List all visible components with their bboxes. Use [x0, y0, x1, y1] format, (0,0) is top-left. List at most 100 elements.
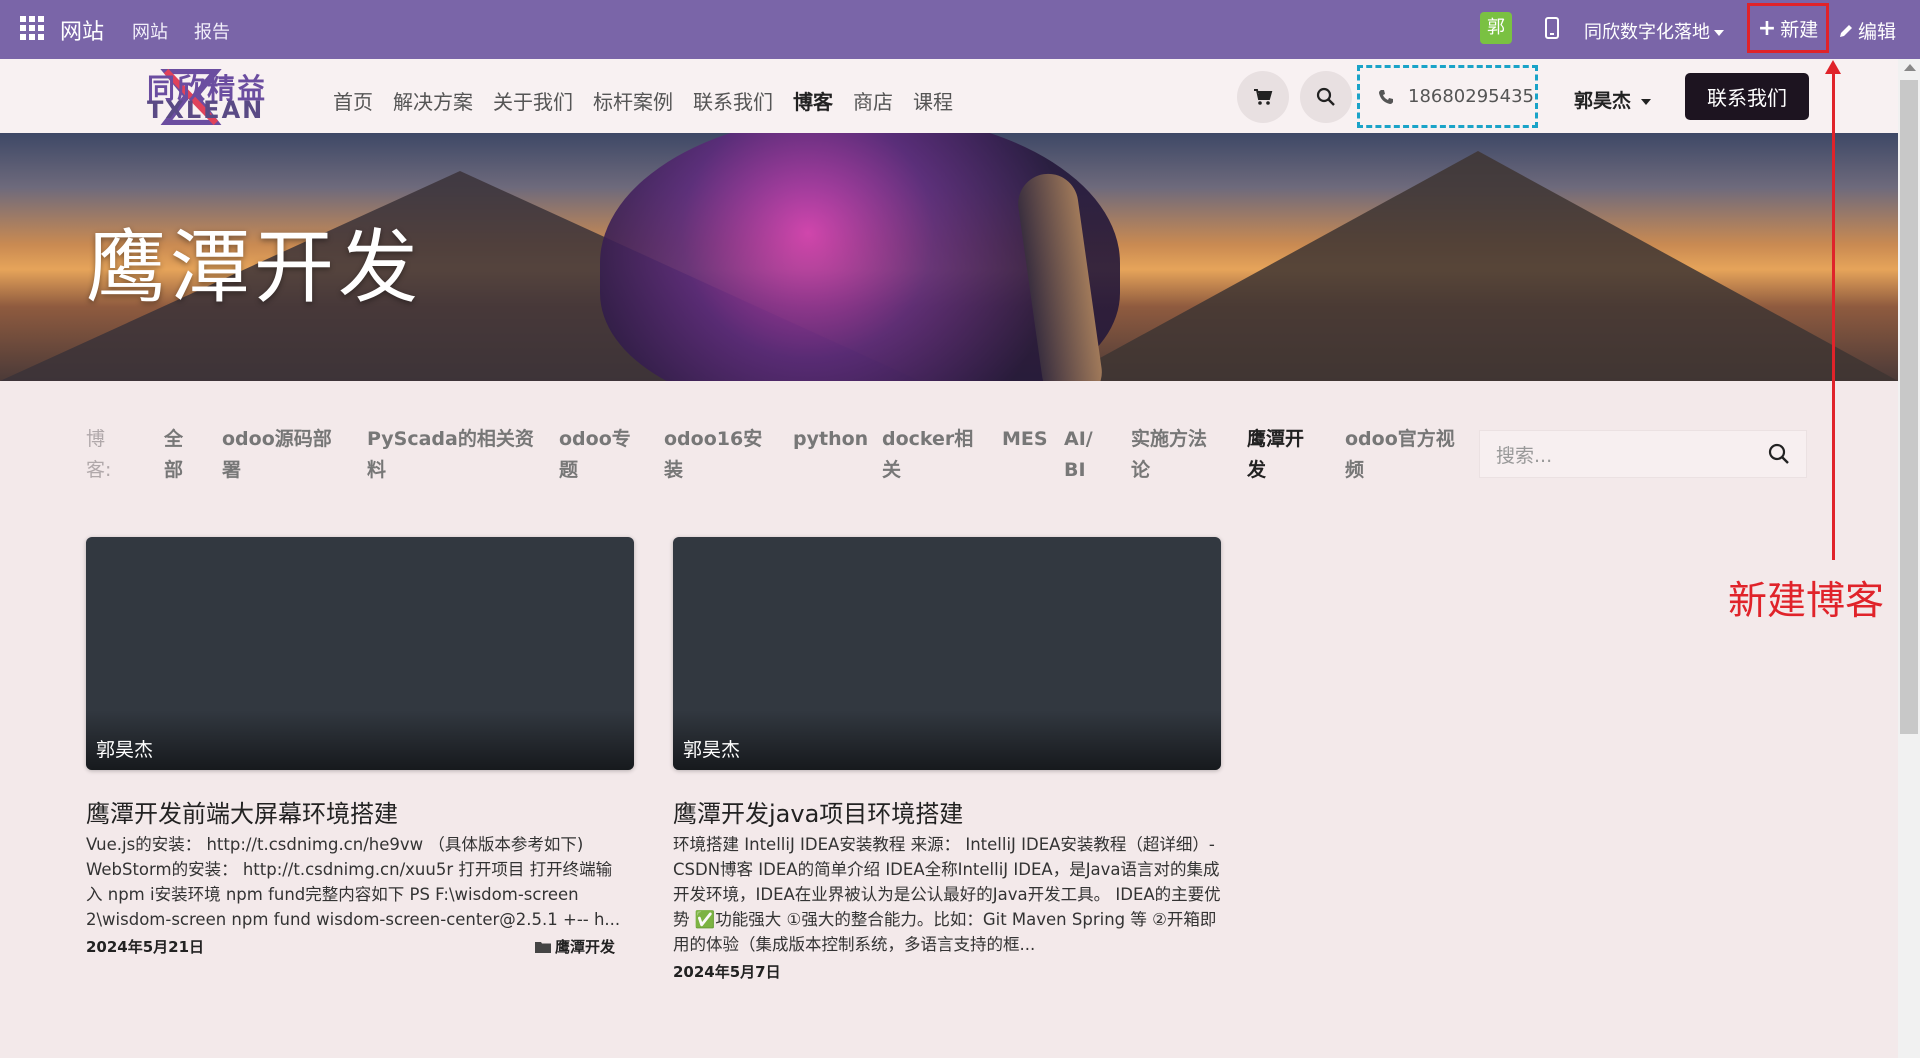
- post-cover[interactable]: 郭昊杰: [86, 537, 634, 770]
- filter-item-odoo-topics[interactable]: odoo专题: [559, 424, 631, 486]
- filter-item-pyscada[interactable]: PyScada的相关资料: [367, 424, 534, 486]
- admin-menu-reports[interactable]: 报告: [194, 18, 230, 44]
- nav-item-home[interactable]: 首页: [333, 86, 373, 115]
- annotation-label: 新建博客: [1728, 579, 1885, 624]
- search-toggle-button[interactable]: [1300, 71, 1352, 123]
- edit-button-label: 编辑: [1858, 21, 1897, 43]
- post-title[interactable]: 鹰潭开发java项目环境搭建: [673, 794, 963, 829]
- filter-text: 关: [882, 459, 902, 481]
- phone-number: 18680295435: [1408, 86, 1534, 107]
- cart-button[interactable]: [1237, 71, 1289, 123]
- filter-text: 论: [1131, 459, 1151, 481]
- nav-item-blog[interactable]: 博客: [793, 86, 833, 115]
- edit-button[interactable]: 编辑: [1838, 17, 1896, 44]
- filter-text: AI/: [1064, 428, 1093, 450]
- filter-text: 频: [1345, 459, 1365, 481]
- nav-item-about[interactable]: 关于我们: [493, 86, 573, 115]
- post-excerpt: 环境搭建 IntelliJ IDEA安装教程 来源： IntelliJ IDEA…: [673, 835, 1221, 954]
- new-button-label: 新建: [1780, 18, 1819, 41]
- nav-item-solutions[interactable]: 解决方案: [393, 86, 473, 115]
- admin-bar: 网站 网站 报告 郭 同欣数字化落地 + 新建 编辑: [0, 0, 1920, 59]
- filter-item-yingtan-dev[interactable]: 鹰潭开发: [1247, 424, 1304, 486]
- filter-text: 发: [1247, 459, 1267, 481]
- nav-item-shop[interactable]: 商店: [853, 86, 893, 115]
- filter-text: python: [793, 428, 869, 450]
- post-tag-label: 鹰潭开发: [555, 938, 616, 956]
- filter-text: 部: [164, 459, 184, 481]
- search-placeholder: 搜索...: [1496, 444, 1553, 467]
- website-switcher[interactable]: 同欣数字化落地: [1584, 18, 1724, 44]
- main-nav: 首页 解决方案 关于我们 标杆案例 联系我们 博客 商店 课程: [333, 86, 973, 115]
- scrollbar-thumb[interactable]: [1900, 80, 1918, 734]
- nav-item-contact[interactable]: 联系我们: [693, 86, 773, 115]
- filter-text: BI: [1064, 459, 1086, 481]
- filter-item-ai-bi[interactable]: AI/BI: [1064, 424, 1093, 486]
- plus-icon: +: [1757, 15, 1777, 41]
- filter-text: 全: [164, 428, 184, 450]
- new-button[interactable]: + 新建: [1747, 3, 1829, 53]
- filter-text: 鹰潭开: [1247, 428, 1305, 450]
- user-name: 郭昊杰: [1574, 90, 1632, 112]
- filter-text: MES: [1002, 428, 1048, 450]
- admin-menu-website[interactable]: 网站: [132, 18, 168, 44]
- filter-item-mes[interactable]: MES: [1002, 424, 1048, 455]
- search-icon: [1316, 87, 1335, 106]
- cart-icon: [1254, 89, 1273, 105]
- search-icon[interactable]: [1768, 443, 1790, 465]
- post-date: 2024年5月21日: [86, 938, 205, 956]
- filter-label: 博 客:: [86, 424, 111, 486]
- blog-search-input[interactable]: 搜索...: [1479, 430, 1807, 478]
- blog-filter-bar: 博 客: 全部 odoo源码部署 PyScada的相关资料 odoo专题 odo…: [86, 424, 1456, 494]
- filter-label-line: 客:: [86, 459, 112, 481]
- phone-contact[interactable]: 18680295435: [1357, 65, 1538, 128]
- nav-item-cases[interactable]: 标杆案例: [593, 86, 673, 115]
- filter-text: 实施方法: [1131, 428, 1208, 450]
- post-author: 郭昊杰: [96, 739, 154, 761]
- filter-text: odoo专: [559, 428, 631, 450]
- blog-cover-banner: 鹰潭开发: [0, 133, 1898, 381]
- phone-icon: [1379, 89, 1393, 104]
- filter-item-odoo-videos[interactable]: odoo官方视频: [1345, 424, 1455, 486]
- annotation-arrow-line: [1832, 66, 1835, 560]
- contact-us-button[interactable]: 联系我们: [1685, 73, 1809, 120]
- user-avatar[interactable]: 郭: [1480, 12, 1512, 44]
- caret-down-icon: [1714, 30, 1724, 36]
- post-title[interactable]: 鹰潭开发前端大屏幕环境搭建: [86, 794, 398, 829]
- filter-text: 题: [559, 459, 579, 481]
- filter-item-odoo-source[interactable]: odoo源码部署: [222, 424, 332, 486]
- filter-text: 署: [222, 459, 242, 481]
- admin-brand[interactable]: 网站: [60, 14, 104, 46]
- folder-icon: [535, 942, 551, 953]
- filter-item-python[interactable]: python: [793, 424, 868, 455]
- filter-text: 装: [664, 459, 684, 481]
- filter-text: PyScada的相关资: [367, 428, 534, 450]
- filter-text: odoo16安: [664, 428, 763, 450]
- filter-item-methodology[interactable]: 实施方法论: [1131, 424, 1207, 486]
- apps-grid-icon[interactable]: [20, 16, 44, 40]
- post-author: 郭昊杰: [683, 739, 741, 761]
- mobile-preview-icon[interactable]: [1545, 17, 1559, 39]
- filter-item-docker[interactable]: docker相关: [882, 424, 973, 486]
- banner-mountain-right: [1058, 151, 1898, 381]
- filter-text: docker相: [882, 428, 974, 450]
- filter-item-odoo16-install[interactable]: odoo16安装: [664, 424, 762, 486]
- post-date: 2024年5月7日: [673, 963, 781, 981]
- post-cover[interactable]: 郭昊杰: [673, 537, 1221, 770]
- caret-down-icon: [1641, 98, 1652, 105]
- user-menu[interactable]: 郭昊杰: [1574, 86, 1652, 113]
- nav-item-courses[interactable]: 课程: [913, 86, 953, 115]
- scroll-up-icon[interactable]: [1904, 64, 1916, 71]
- filter-text: odoo官方视: [1345, 428, 1455, 450]
- cover-shade: [86, 710, 634, 770]
- filter-item-all[interactable]: 全部: [164, 424, 183, 486]
- post-tag[interactable]: 鹰潭开发: [535, 936, 615, 957]
- logo-subtext[interactable]: TXLEAN: [147, 96, 264, 124]
- filter-text: odoo源码部: [222, 428, 332, 450]
- blog-title: 鹰潭开发: [86, 221, 422, 314]
- website-switcher-label: 同欣数字化落地: [1584, 22, 1710, 43]
- cover-shade: [673, 710, 1221, 770]
- filter-label-line: 博: [86, 428, 106, 450]
- post-excerpt: Vue.js的安装： http://t.csdnimg.cn/he9vw （具体…: [86, 835, 621, 929]
- pencil-icon: [1840, 24, 1852, 37]
- filter-text: 料: [367, 459, 387, 481]
